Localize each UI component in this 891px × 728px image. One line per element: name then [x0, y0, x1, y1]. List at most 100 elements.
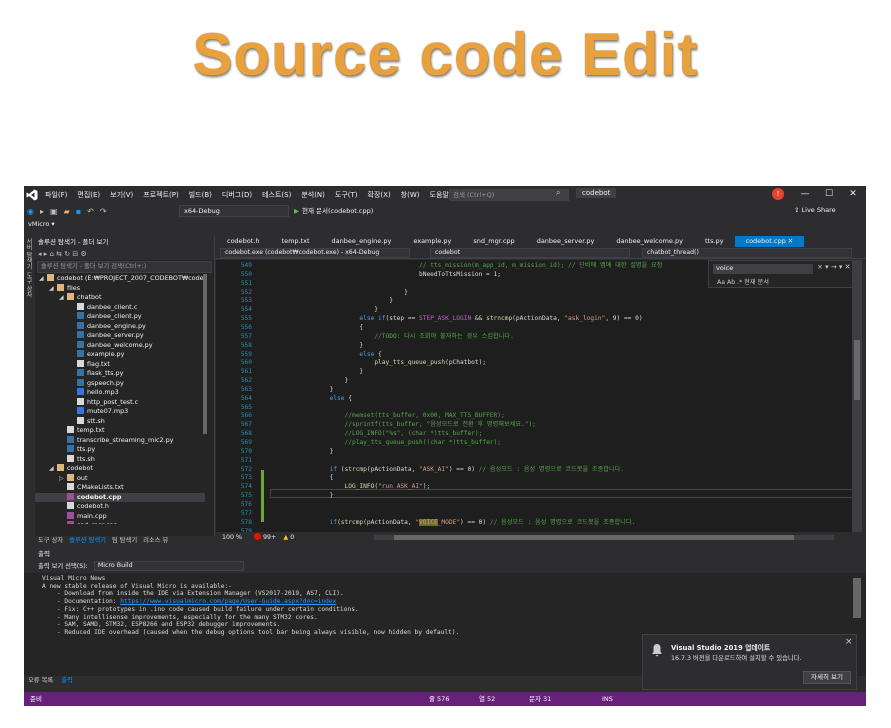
editor-vertical-scrollbar[interactable] — [852, 260, 862, 532]
expand-icon[interactable]: ▷ — [59, 474, 67, 484]
document-tab[interactable]: tts.py — [694, 236, 735, 247]
tree-item[interactable]: ◢ codebot — [35, 464, 205, 474]
code-line[interactable]: else { — [270, 351, 381, 360]
team-explorer-bottom-tab[interactable]: 팀 탐색기 — [109, 536, 140, 546]
open-folder-icon[interactable]: ▰ — [61, 207, 73, 216]
vmicro-menu[interactable]: vMicro ▾ — [28, 220, 55, 228]
member-dropdown[interactable]: chatbot_thread() — [642, 248, 852, 258]
output-source-dropdown[interactable]: Micro Build — [93, 561, 244, 571]
menu-item[interactable]: 창(W) — [396, 190, 425, 200]
output-scrollbar[interactable] — [853, 578, 861, 618]
status-line[interactable]: 줄 576 — [429, 692, 449, 706]
document-tab[interactable]: snd_mgr.cpp — [462, 236, 525, 247]
close-button[interactable]: ✕ — [842, 187, 864, 202]
scope-dropdown[interactable]: codebot — [430, 248, 630, 258]
code-line[interactable]: } — [270, 289, 408, 298]
code-line[interactable]: } — [270, 368, 363, 377]
tree-item[interactable]: mute07.mp3 — [35, 407, 205, 417]
user-avatar-icon[interactable]: ! — [772, 188, 784, 200]
tree-item[interactable]: temp.txt — [35, 426, 205, 436]
code-line[interactable]: { — [270, 324, 363, 333]
document-tab[interactable]: danbee_engine.py — [321, 236, 403, 247]
document-tab[interactable]: temp.txt — [271, 236, 321, 247]
tree-item[interactable]: gspeech.py — [35, 378, 205, 389]
tree-item[interactable]: CMakeLists.txt — [35, 483, 205, 493]
expand-icon[interactable]: ◢ — [59, 293, 67, 303]
editor-horizontal-scrollbar[interactable] — [374, 535, 834, 540]
code-line[interactable]: if (strcmp(pActionData, "ASK_AI") == 0) … — [270, 466, 624, 475]
solution-explorer-bottom-tab[interactable]: 솔루션 탐색기 — [66, 536, 109, 546]
code-line[interactable]: } — [270, 386, 334, 395]
output-tab[interactable]: 출력 — [57, 676, 77, 686]
toolbox-tab[interactable]: 도구 상자 — [24, 272, 33, 298]
details-button[interactable]: 자세히 보기 — [803, 671, 851, 684]
menu-item[interactable]: 파일(F) — [40, 190, 72, 200]
document-tab[interactable]: codebot.cpp ✕ — [734, 236, 805, 247]
new-project-icon[interactable]: ▣ — [47, 207, 61, 216]
tree-item[interactable]: codebot.cpp — [35, 492, 205, 502]
menu-item[interactable]: 테스트(S) — [257, 190, 296, 200]
tree-item[interactable]: danbee_welcome.py — [35, 340, 205, 351]
expand-icon[interactable]: ◢ — [49, 464, 57, 474]
tree-item[interactable]: danbee_server.py — [35, 331, 205, 341]
code-line[interactable]: //memset(tts_buffer, 0x00, MAX_TTS_BUFFE… — [270, 412, 505, 421]
menu-item[interactable]: 보기(V) — [105, 190, 138, 200]
find-input[interactable]: voice — [713, 264, 813, 274]
tree-item[interactable]: danbee_client.c — [35, 302, 205, 313]
status-insert-mode[interactable]: INS — [602, 692, 613, 706]
code-line[interactable]: else if(step == STEP_ASK_LOGIN && strncm… — [270, 315, 642, 324]
resource-view-bottom-tab[interactable]: 리소스 뷰 — [140, 536, 171, 546]
code-line[interactable]: //sprintf(tts_buffer, "음성모드로 전환 후 명령해보세요… — [270, 421, 536, 430]
find-scope[interactable]: 현재 문서 — [744, 279, 769, 286]
menu-item[interactable]: 확장(X) — [363, 190, 396, 200]
document-tab[interactable]: example.py — [402, 236, 462, 247]
tree-item[interactable]: danbee_client.py — [35, 312, 205, 322]
forward-icon[interactable]: ▸ — [37, 207, 47, 216]
code-line[interactable]: LOG_INFO("run ASK_AI"); — [270, 483, 431, 492]
error-count[interactable]: 99+ — [263, 534, 276, 541]
tree-item[interactable]: ▷ out — [35, 473, 205, 484]
find-next-icon[interactable]: × ▾ → ▾ ✕ — [817, 263, 851, 271]
document-tab[interactable]: danbee_welcome.py — [605, 236, 694, 247]
menu-item[interactable]: 프로젝트(P) — [138, 190, 183, 200]
code-line[interactable]: } — [270, 342, 363, 351]
minimize-button[interactable]: — — [794, 187, 816, 202]
undo-icon[interactable]: ↶ — [84, 207, 97, 216]
tree-item[interactable]: main.cpp — [35, 511, 205, 522]
code-line[interactable]: //LOG_INFO("%s", (char *)tts_buffer); — [270, 430, 483, 439]
close-tab-icon[interactable]: ✕ — [786, 237, 793, 245]
live-share-button[interactable]: ⇪ Live Share — [794, 206, 836, 214]
search-input[interactable]: 검색 (Ctrl+Q) — [449, 189, 569, 201]
code-line[interactable]: else { — [270, 395, 352, 404]
code-editor[interactable]: 549 // tts_mission(m_app_id, m_mission_i… — [216, 260, 862, 532]
document-tab[interactable]: danbee_server.py — [526, 236, 606, 247]
warning-count[interactable]: 0 — [290, 534, 294, 541]
solution-scrollbar[interactable] — [203, 274, 207, 434]
tree-item[interactable]: snd_mgr.cpp — [35, 521, 205, 524]
run-button[interactable]: ▶ 현재 문서(codebot.cpp) — [294, 205, 373, 215]
code-line[interactable]: } — [270, 448, 334, 457]
status-column[interactable]: 열 52 — [479, 692, 495, 706]
tree-item[interactable]: tts.py — [35, 445, 205, 455]
tree-item[interactable]: hello.mp3 — [35, 388, 205, 398]
tree-item[interactable]: flag.txt — [35, 359, 205, 370]
code-line[interactable]: play_tts_queue_push(pChatbot); — [270, 359, 486, 368]
tree-item[interactable]: ◢ codebot (E:₩PROJECT_2007_CODEBOT₩codebo… — [35, 274, 205, 284]
whole-word-icon[interactable]: Ab — [727, 279, 737, 286]
tree-item[interactable]: stt.sh — [35, 416, 205, 427]
search-icon[interactable]: ⌕ — [556, 188, 560, 198]
zoom-level[interactable]: 100 % — [222, 534, 242, 541]
code-line[interactable]: } — [270, 492, 334, 501]
back-icon[interactable]: ◉ — [24, 207, 37, 216]
project-dropdown[interactable]: codebot.exe (codebot₩codebot.exe) - x64-… — [220, 248, 410, 258]
code-line[interactable]: } — [270, 377, 349, 386]
expand-icon[interactable]: ◢ — [39, 274, 47, 284]
settings-icon[interactable]: ⚙ — [80, 250, 86, 258]
tree-item[interactable]: tts.sh — [35, 454, 205, 465]
tree-item[interactable]: flask_tts.py — [35, 369, 205, 379]
match-case-icon[interactable]: Aa — [717, 279, 727, 286]
code-line[interactable]: if(strcmp(pActionData, "VOICE_MODE") == … — [270, 518, 635, 528]
menu-item[interactable]: 도구(T) — [330, 190, 363, 200]
tree-item[interactable]: http_post_test.c — [35, 397, 205, 408]
status-char[interactable]: 문자 31 — [529, 692, 551, 706]
